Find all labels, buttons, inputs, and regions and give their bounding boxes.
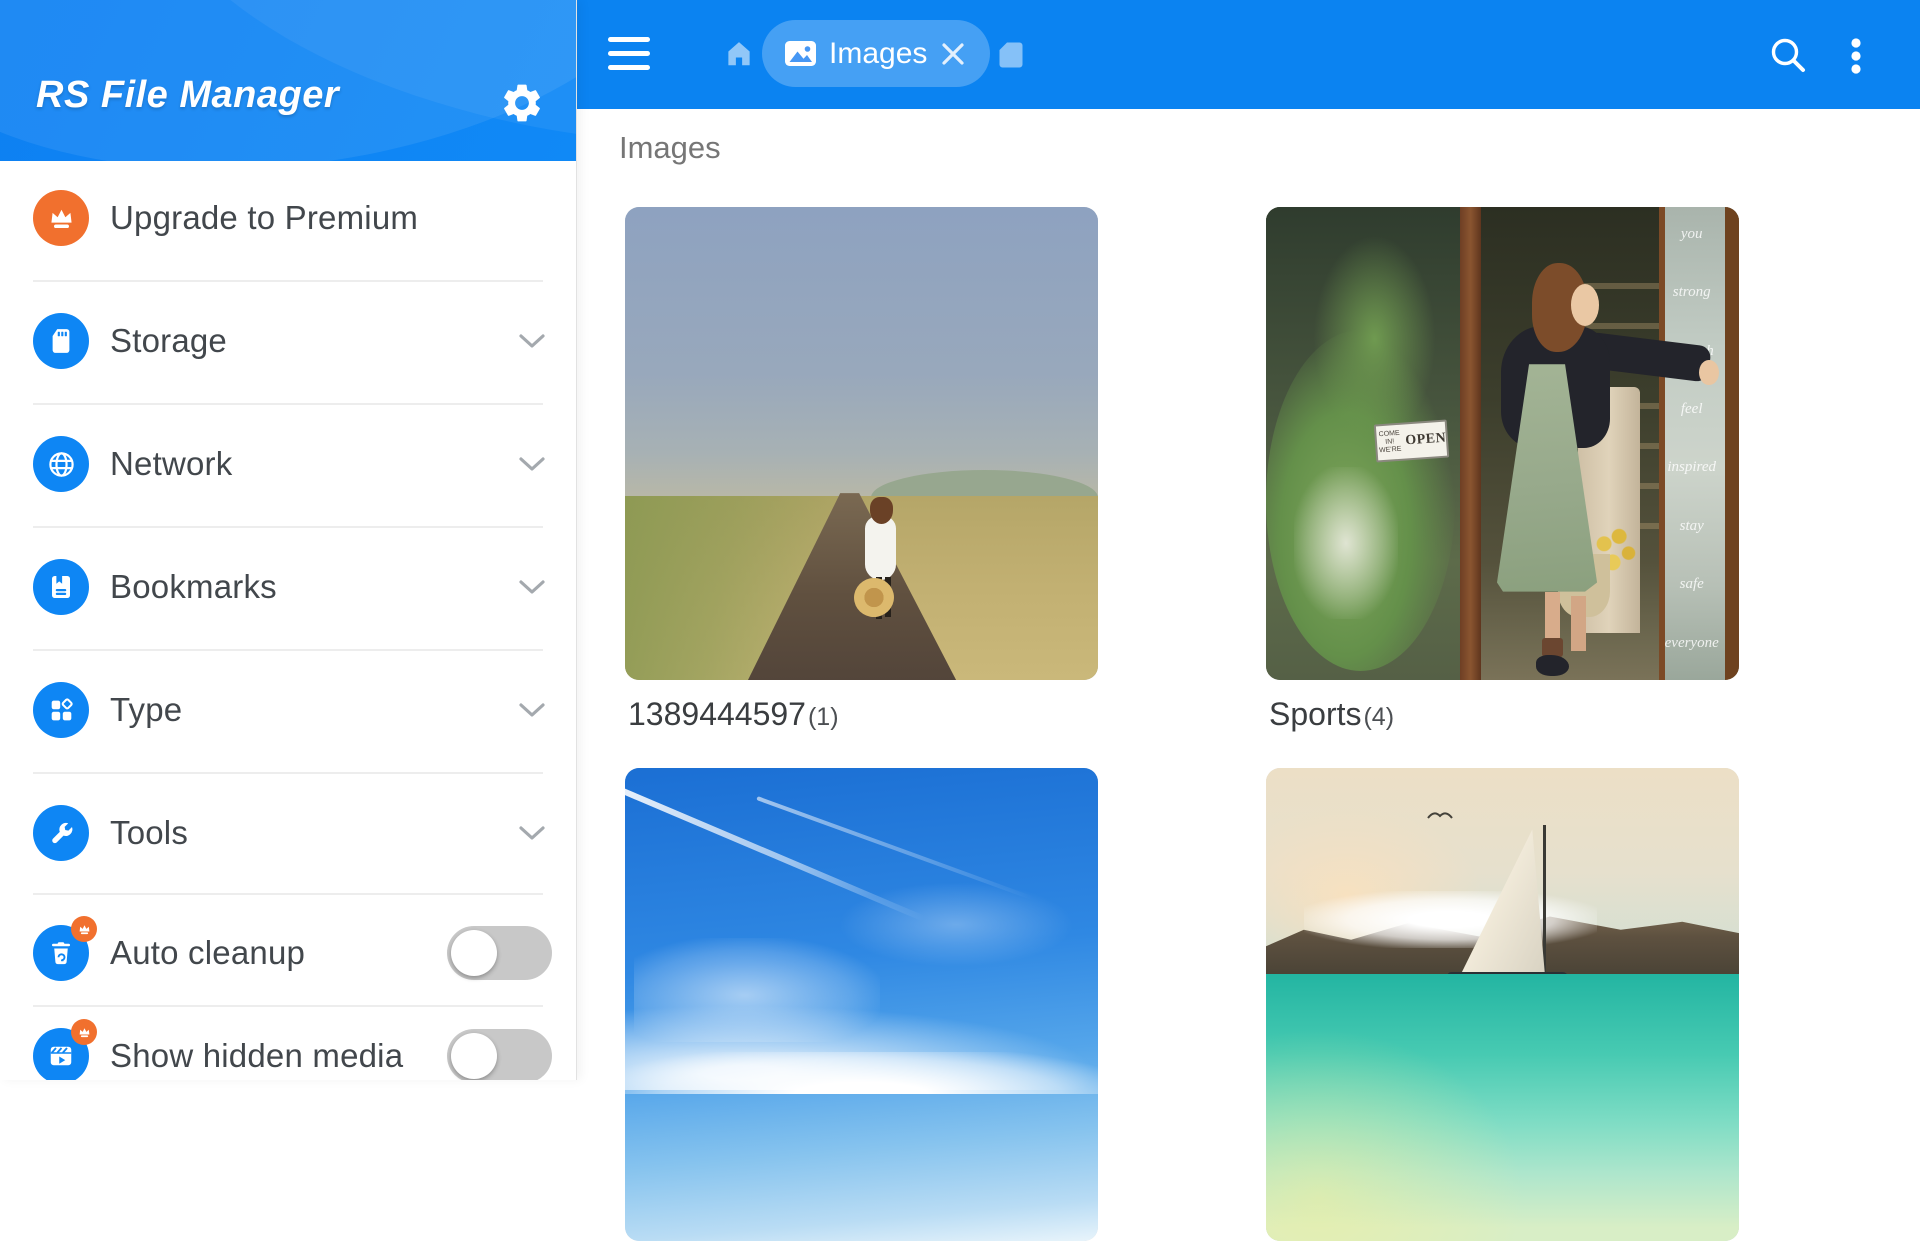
hand	[1699, 360, 1719, 385]
hair	[870, 497, 893, 524]
folder-count: (1)	[808, 703, 839, 732]
folder-tile-sea[interactable]	[1266, 768, 1739, 1241]
sidebar-item-network[interactable]: Network	[0, 403, 576, 525]
chevron-down-icon[interactable]	[517, 824, 547, 842]
toggle-knob	[451, 1033, 497, 1079]
category-grid-icon	[33, 682, 89, 738]
face	[1571, 284, 1599, 326]
sidebar-item-type[interactable]: Type	[0, 649, 576, 771]
toggle-show-hidden-media[interactable]	[447, 1029, 552, 1080]
sidebar-item-label: Network	[110, 403, 232, 525]
plant	[1313, 235, 1436, 443]
sidebar-item-label: Show hidden media	[110, 995, 403, 1080]
navigation-drawer: RS File Manager Upgrade to Premium Stora…	[0, 0, 577, 1080]
folder-name: 1389444597	[628, 696, 806, 733]
chevron-down-icon[interactable]	[517, 701, 547, 719]
search-icon[interactable]	[1768, 35, 1808, 80]
chevron-down-icon[interactable]	[517, 578, 547, 596]
shallow-water	[1266, 1028, 1526, 1241]
close-icon[interactable]	[940, 41, 966, 67]
tab-images[interactable]: Images	[762, 20, 990, 87]
sidebar-item-label: Storage	[110, 280, 227, 402]
tab-label: Images	[829, 37, 927, 71]
sidebar-item-label: Upgrade to Premium	[110, 157, 418, 279]
globe-icon	[33, 436, 89, 492]
premium-crown-badge	[71, 1019, 97, 1045]
toggle-knob	[451, 930, 497, 976]
wood-door-frame	[1460, 207, 1481, 680]
folder-tile-shop[interactable]: youstrongenoughfeelinspiredstaysafeevery…	[1266, 207, 1739, 680]
folder-tile-sky[interactable]	[625, 768, 1098, 1241]
leg	[1571, 596, 1586, 651]
white-dress	[865, 516, 896, 580]
sidebar-item-label: Bookmarks	[110, 526, 277, 648]
sd-card-icon	[33, 313, 89, 369]
folder-tile-field[interactable]	[625, 207, 1098, 680]
crown-icon	[33, 190, 89, 246]
glass-word: you	[1681, 226, 1703, 243]
sidebar-item-tools[interactable]: Tools	[0, 772, 576, 894]
cloud	[625, 1052, 1098, 1095]
file-tab-icon[interactable]	[999, 42, 1023, 73]
wood-door-frame	[1725, 207, 1739, 680]
chevron-down-icon[interactable]	[517, 332, 547, 350]
shoe	[1536, 655, 1569, 676]
chevron-down-icon[interactable]	[517, 455, 547, 473]
bookmark-icon	[33, 559, 89, 615]
cloud	[1304, 891, 1597, 948]
sidebar-item-label: Tools	[110, 772, 188, 894]
sidebar-item-storage[interactable]: Storage	[0, 280, 576, 402]
hamburger-menu-icon[interactable]	[608, 37, 650, 71]
sidebar-item-label: Type	[110, 649, 182, 771]
folder-count: (4)	[1363, 703, 1394, 732]
app-title: RS File Manager	[36, 74, 339, 117]
home-icon[interactable]	[724, 40, 754, 73]
sidebar-item-upgrade-to-premium[interactable]: Upgrade to Premium	[0, 157, 576, 279]
folder-name: Sports	[1269, 696, 1361, 733]
bird-icon	[1427, 808, 1453, 822]
white-flowers	[1294, 467, 1398, 618]
wrench-icon	[33, 805, 89, 861]
open-sign: COME IN!WE'REOPEN	[1374, 420, 1450, 463]
folder-label: Sports (4)	[1269, 696, 1394, 733]
image-icon	[785, 41, 816, 66]
gear-icon[interactable]	[499, 80, 545, 126]
sock	[1542, 638, 1564, 657]
sidebar-item-show-hidden-media[interactable]: Show hidden media	[0, 995, 576, 1080]
page-title: Images	[619, 130, 721, 166]
shopkeeper-woman	[1488, 259, 1706, 680]
overflow-menu-icon[interactable]	[1848, 36, 1864, 81]
folder-label: 1389444597 (1)	[628, 696, 839, 733]
premium-crown-badge	[71, 916, 97, 942]
walking-woman	[860, 497, 904, 645]
toggle-auto-cleanup[interactable]	[447, 926, 552, 980]
drawer-header: RS File Manager	[0, 0, 576, 161]
sidebar-item-bookmarks[interactable]: Bookmarks	[0, 526, 576, 648]
